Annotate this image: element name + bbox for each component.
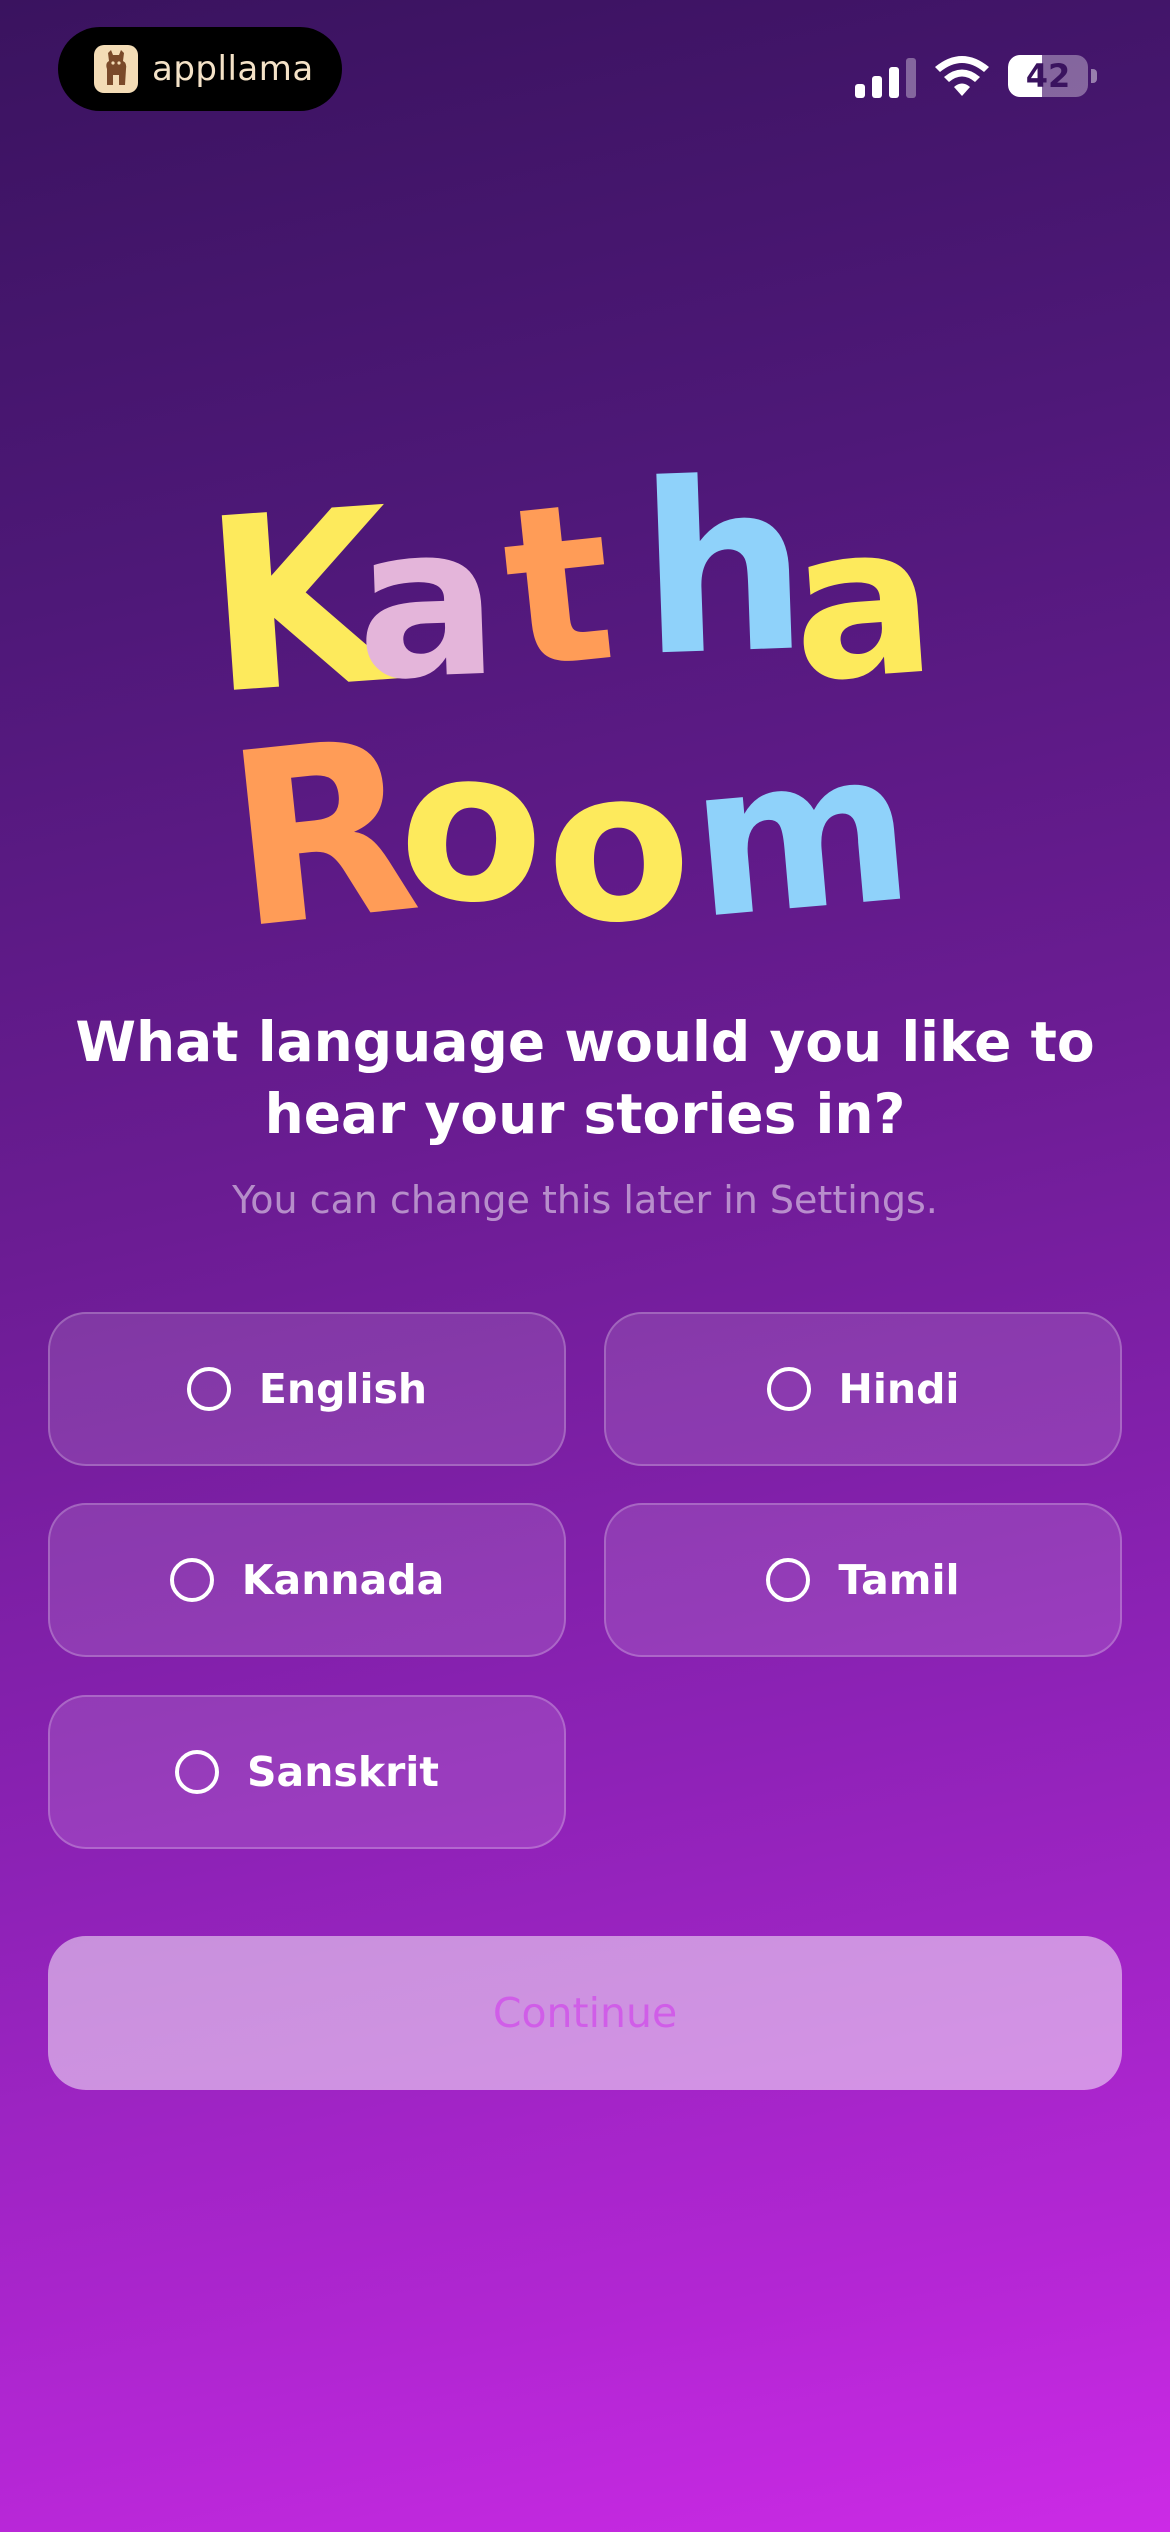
language-label: Tamil [838,1556,960,1604]
logo-letter: m [681,702,922,967]
radio-circle-icon [186,1367,231,1411]
battery-level: 42 [1025,57,1071,95]
continue-button-label: Continue [492,1989,678,2037]
brand-name: appllama [152,49,314,89]
battery-icon: 42 [1008,55,1088,97]
language-option-english[interactable]: English [48,1312,566,1466]
logo-letter: o [391,699,553,954]
language-label: English [258,1365,428,1413]
status-bar: appllama 42 [0,0,1170,150]
logo-letter: a [783,475,943,730]
radio-circle-icon [766,1558,811,1602]
radio-circle-icon [766,1367,811,1411]
language-option-hindi[interactable]: Hindi [604,1312,1122,1466]
language-label: Hindi [838,1365,960,1413]
continue-button[interactable]: Continue [48,1936,1122,2090]
language-label: Sanskrit [247,1748,439,1796]
language-label: Kannada [241,1556,445,1604]
cellular-signal-icon [855,58,916,98]
wifi-icon [935,56,989,96]
radio-circle-icon [169,1558,214,1602]
llama-logo-icon [94,45,138,93]
radio-circle-icon [175,1750,220,1794]
brand-pill: appllama [58,27,342,111]
language-option-tamil[interactable]: Tamil [604,1503,1122,1657]
language-option-kannada[interactable]: Kannada [48,1503,566,1657]
logo-letter: o [539,720,697,973]
settings-hint: You can change this later in Settings. [232,1178,938,1222]
logo-letter: a [351,477,502,728]
katha-room-logo: K a t h a R o o m [196,430,970,983]
logo-letter: t [492,453,625,719]
battery-tip [1091,69,1097,83]
language-question-heading: What language would you like to hear you… [75,1010,1095,1146]
language-option-sanskrit[interactable]: Sanskrit [48,1695,566,1849]
